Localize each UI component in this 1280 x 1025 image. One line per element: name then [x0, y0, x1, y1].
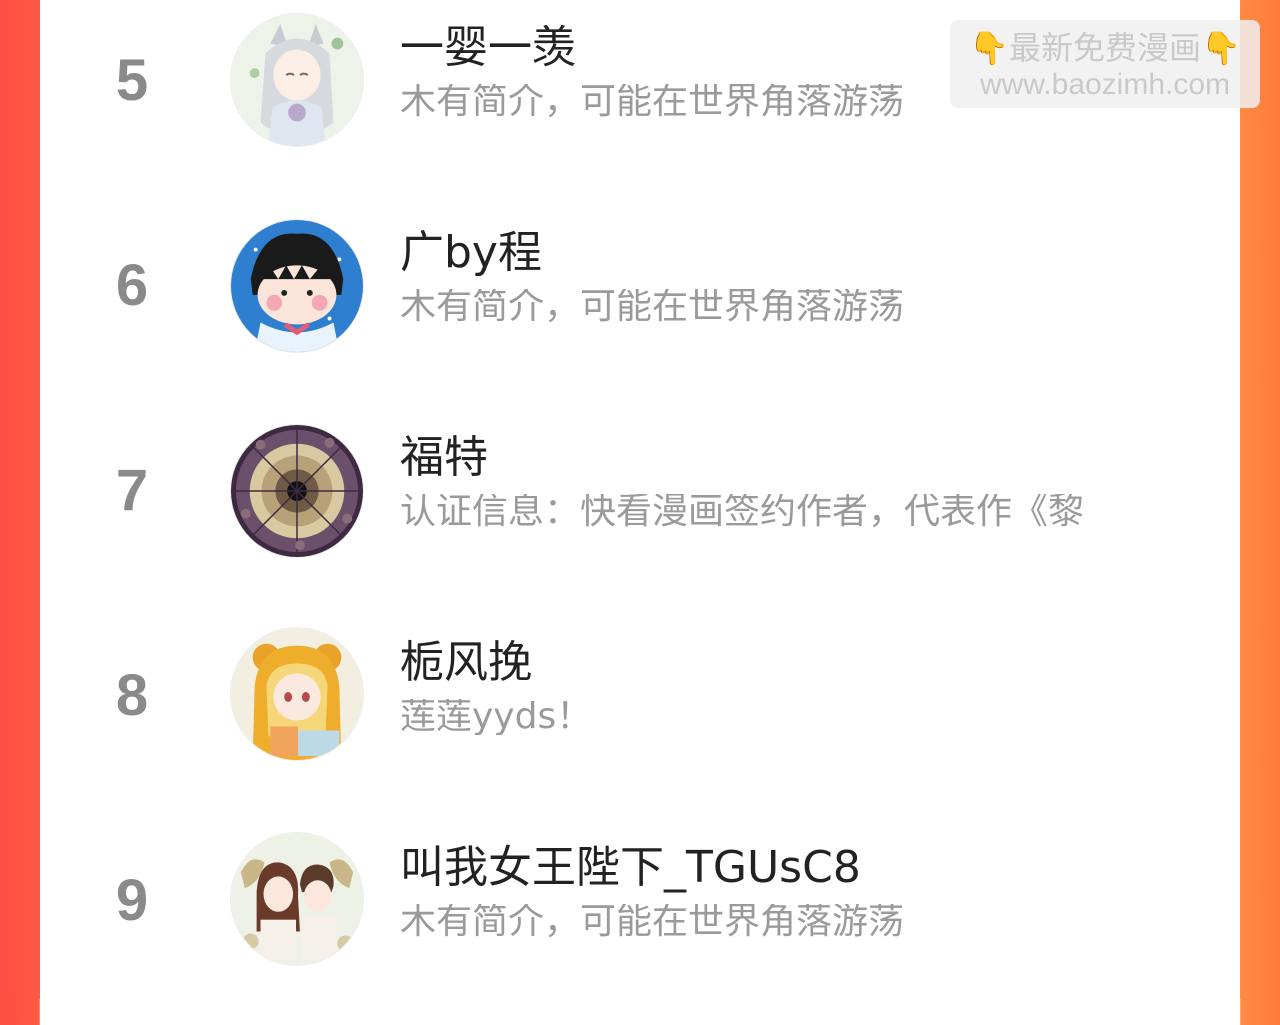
list-item[interactable]: 9 叫我女王陛下_TGUsC8 木有简介，可能在世界角落游荡	[40, 820, 1240, 1025]
list-item[interactable]: 7 福特 认证信息：快看漫画签约作者，代表作《黎	[40, 410, 1240, 615]
pointing-down-hand-icon: 👇	[1201, 29, 1241, 67]
user-name[interactable]: 广by程	[400, 231, 542, 275]
rank-number: 6	[115, 253, 149, 318]
user-name[interactable]: 叫我女王陛下_TGUsC8	[400, 846, 861, 890]
anime-girl-gray-hair-avatar[interactable]	[230, 13, 364, 147]
watermark-url: www.baozimh.com	[979, 68, 1231, 101]
user-description: 木有简介，可能在世界角落游荡	[400, 904, 905, 940]
watermark-banner: 👇最新免费漫画👇 www.baozimh.com	[950, 20, 1260, 108]
watermark-text: 最新免费漫画	[1008, 29, 1201, 67]
rank-number: 9	[115, 868, 149, 933]
list-item[interactable]: 6 广by程 木有简介，可能在世界角落游荡	[40, 205, 1240, 410]
couple-illustration-avatar[interactable]	[230, 832, 364, 966]
vortex-mosaic-avatar[interactable]	[230, 424, 364, 558]
user-name[interactable]: 一婴一羡	[400, 26, 576, 70]
bear-hood-girl-avatar[interactable]	[230, 627, 364, 761]
rank-number: 7	[115, 458, 149, 523]
user-name[interactable]: 福特	[400, 436, 488, 480]
rank-number: 8	[115, 663, 149, 728]
user-description: 莲莲yyds！	[400, 699, 593, 735]
ranking-list-panel: 5 一婴一羡 木有简介，可能在世界角落游荡 6 广by程 木有简介，可能在世界角…	[40, 0, 1240, 999]
user-name[interactable]: 栀风挽	[400, 641, 532, 685]
watermark-title: 👇最新免费漫画👇	[950, 32, 1260, 64]
user-description: 木有简介，可能在世界角落游荡	[400, 289, 905, 325]
user-description: 认证信息：快看漫画签约作者，代表作《黎	[400, 494, 1085, 530]
rank-number: 5	[115, 48, 149, 113]
list-item[interactable]: 8 栀风挽 莲莲yyds！	[40, 615, 1240, 820]
user-description: 木有简介，可能在世界角落游荡	[400, 84, 905, 120]
pointing-down-hand-icon: 👇	[969, 29, 1009, 67]
cartoon-boy-blue-avatar[interactable]	[230, 219, 364, 353]
